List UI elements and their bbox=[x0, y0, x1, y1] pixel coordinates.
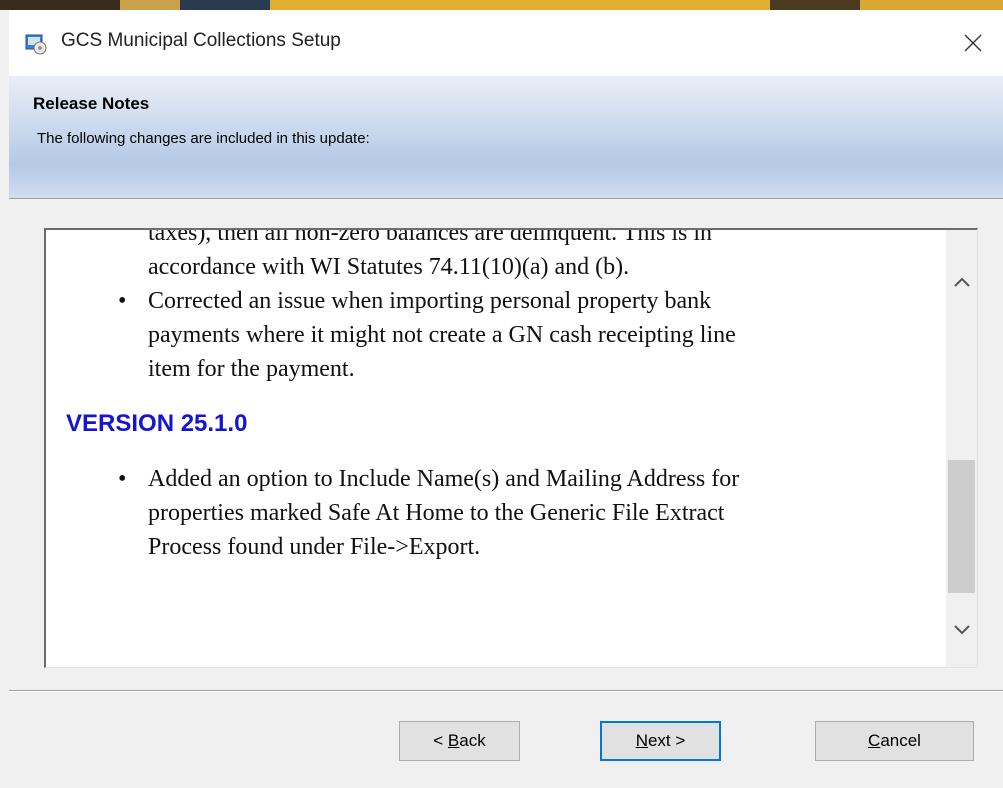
back-button[interactable]: < Back bbox=[399, 721, 520, 761]
note-line: Added an option to Include Name(s) and M… bbox=[148, 466, 740, 492]
note-bullet-item: • Corrected an issue when importing pers… bbox=[46, 284, 942, 386]
footer-divider-highlight bbox=[9, 691, 1003, 692]
note-bullet-item: • Added an option to Include Name(s) and… bbox=[46, 462, 942, 564]
cancel-button-mnemonic: C bbox=[868, 731, 881, 750]
release-notes-panel[interactable]: taxes), then all non-zero balances are d… bbox=[44, 228, 978, 668]
note-line: accordance with WI Statutes 74.11(10)(a)… bbox=[148, 254, 630, 280]
next-button[interactable]: Next > bbox=[600, 721, 721, 761]
close-icon bbox=[964, 34, 982, 52]
note-line: payments where it might not create a GN … bbox=[148, 322, 736, 348]
note-line: taxes), then all non-zero balances are d… bbox=[148, 228, 713, 246]
chevron-up-icon bbox=[953, 277, 970, 287]
scroll-thumb[interactable] bbox=[948, 460, 975, 593]
scroll-up-button[interactable] bbox=[946, 265, 977, 299]
title-bar: GCS Municipal Collections Setup bbox=[9, 10, 1003, 76]
back-button-rest: ack bbox=[459, 731, 486, 750]
next-button-mnemonic: N bbox=[635, 731, 648, 750]
note-line: Process found under File->Export. bbox=[148, 534, 481, 560]
wizard-header-banner: Release Notes The following changes are … bbox=[9, 76, 1003, 198]
bullet-icon: • bbox=[118, 288, 127, 314]
scroll-down-button[interactable] bbox=[946, 613, 977, 647]
note-line: Corrected an issue when importing person… bbox=[148, 288, 712, 314]
chevron-down-icon bbox=[953, 625, 970, 635]
version-heading: VERSION 25.1.0 bbox=[66, 410, 248, 437]
header-divider bbox=[9, 198, 1003, 199]
close-button[interactable] bbox=[943, 10, 1003, 76]
back-button-prefix: < bbox=[433, 731, 448, 750]
cancel-button-rest: ancel bbox=[880, 731, 921, 750]
release-notes-content: taxes), then all non-zero balances are d… bbox=[46, 228, 942, 564]
note-line: properties marked Safe At Home to the Ge… bbox=[148, 500, 725, 526]
setup-dialog: GCS Municipal Collections Setup Release … bbox=[9, 10, 1003, 788]
next-button-rest: ext > bbox=[647, 731, 686, 750]
window-title: GCS Municipal Collections Setup bbox=[61, 30, 341, 51]
vertical-scrollbar[interactable] bbox=[946, 230, 977, 667]
cancel-button[interactable]: Cancel bbox=[815, 721, 974, 761]
page-subtitle: The following changes are included in th… bbox=[37, 130, 370, 147]
back-button-mnemonic: B bbox=[447, 731, 460, 750]
setup-app-icon bbox=[25, 34, 47, 55]
note-line: item for the payment. bbox=[148, 356, 355, 382]
bullet-icon: • bbox=[118, 466, 127, 492]
desktop-background-strip bbox=[0, 0, 1003, 10]
page-title: Release Notes bbox=[33, 94, 150, 113]
